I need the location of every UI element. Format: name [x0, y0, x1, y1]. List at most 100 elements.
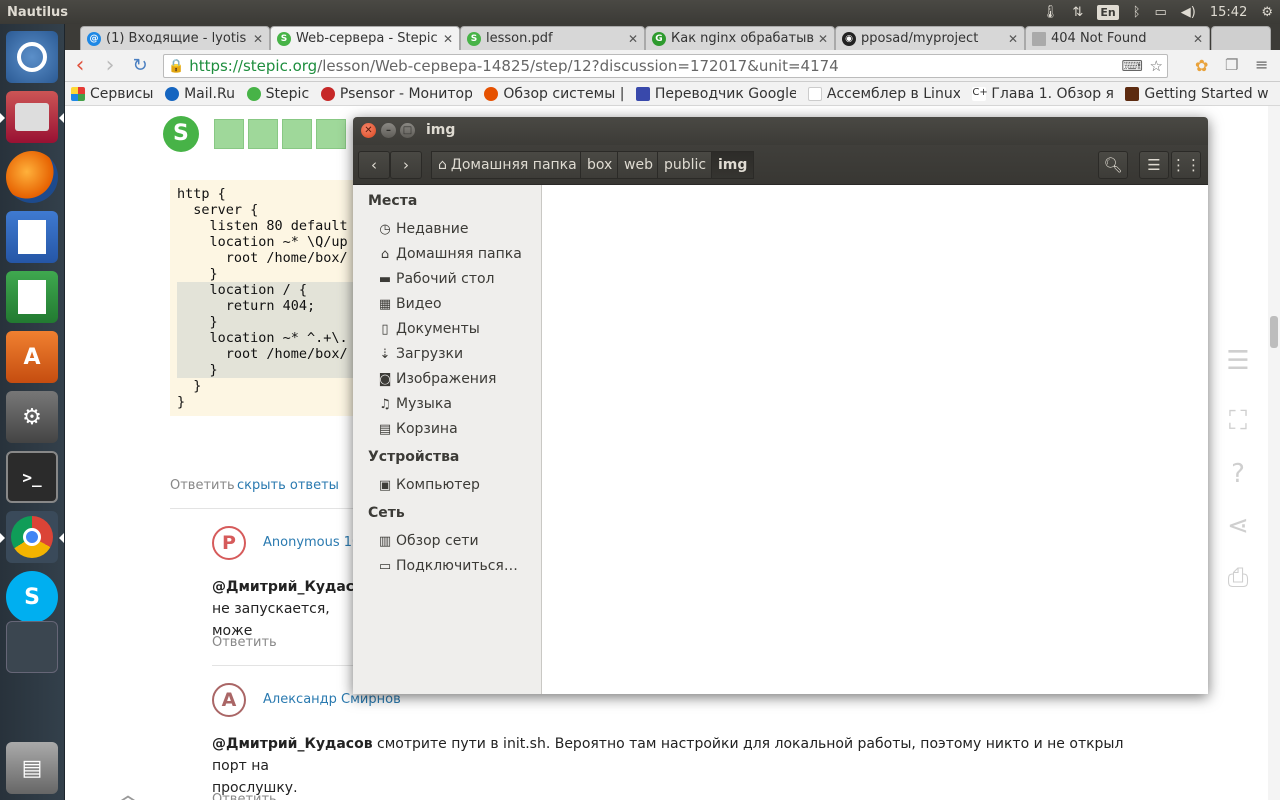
hide-answers-link[interactable]: скрыть ответы [237, 478, 339, 493]
workspace-switcher-icon[interactable] [6, 621, 58, 673]
libreoffice-calc-icon[interactable] [6, 271, 58, 323]
reply-link[interactable]: Ответить [170, 478, 235, 493]
skype-icon[interactable]: S [6, 571, 58, 623]
bookmark-mailru[interactable]: Mail.Ru [165, 86, 235, 102]
window-titlebar[interactable]: ✕ – □ img [353, 117, 1208, 145]
bookmark-system-overview[interactable]: Обзор системы | [484, 86, 624, 102]
volume-icon[interactable]: ◀) [1174, 0, 1203, 24]
extension-icon[interactable]: ❐ [1225, 56, 1238, 74]
sidebar-item-home[interactable]: ⌂ Домашняя папка [377, 246, 522, 262]
reload-button[interactable]: ↻ [125, 52, 155, 80]
bookmark-star-icon[interactable]: ☆ [1150, 57, 1163, 75]
trash-icon[interactable]: ▤ [6, 742, 58, 794]
sidebar-item-pictures[interactable]: ◙ Изображения [377, 371, 497, 387]
reply-link[interactable]: Ответить [212, 635, 277, 650]
gear-icon[interactable]: ⚙ [1254, 0, 1280, 24]
scrollbar-thumb[interactable] [1270, 316, 1278, 348]
close-icon[interactable]: ✕ [253, 32, 263, 46]
fullscreen-icon[interactable]: ⛶ [1213, 401, 1263, 441]
bookmark-getting-started[interactable]: Getting Started w [1125, 86, 1268, 102]
tab-nginx[interactable]: G Как nginx обрабатывает ✕ [645, 26, 835, 50]
chrome-icon[interactable] [0, 511, 64, 563]
breadcrumb-web[interactable]: web [617, 151, 660, 179]
sidebar-item-connect-server[interactable]: ▭ Подключиться… [377, 558, 518, 574]
firefox-icon[interactable] [6, 151, 58, 203]
tab-lesson-pdf[interactable]: Slesson.pdf ✕ [460, 26, 645, 50]
avatar[interactable]: P [212, 526, 246, 560]
tab-inbox[interactable]: @ (1) Входящие - lyotis ✕ [80, 26, 270, 50]
close-icon[interactable]: ✕ [1008, 32, 1018, 46]
sidebar-item-browse-network[interactable]: ▥ Обзор сети [377, 533, 479, 549]
new-tab-button[interactable] [1211, 26, 1271, 50]
close-window-button[interactable]: ✕ [361, 123, 376, 138]
clock[interactable]: 15:42 [1203, 0, 1254, 24]
sidebar-item-trash[interactable]: ▤ Корзина [377, 421, 458, 437]
extension-icon[interactable]: ✿ [1195, 56, 1208, 75]
minimize-window-button[interactable]: – [381, 123, 396, 138]
breadcrumb-img[interactable]: img [711, 151, 755, 179]
list-view-button[interactable]: ☰ [1139, 151, 1169, 179]
breadcrumb-home[interactable]: ⌂ Домашняя папка [431, 151, 584, 179]
bookmark-stepic[interactable]: Stepic [246, 86, 309, 102]
step-indicator[interactable] [248, 119, 278, 149]
temperature-icon[interactable]: 🌡 [1035, 0, 1066, 24]
comment-mention[interactable]: @Дмитрий_Кудасов [212, 736, 373, 752]
close-icon[interactable]: ✕ [818, 32, 828, 46]
sidebar-item-desktop[interactable]: ▬ Рабочий стол [377, 271, 495, 287]
software-center-icon[interactable]: A [6, 331, 58, 383]
breadcrumb-box[interactable]: box [580, 151, 620, 179]
bookmark-chapter1[interactable]: C+ Глава 1. Обзор я [972, 86, 1113, 102]
maximize-window-button[interactable]: □ [400, 123, 415, 138]
back-button[interactable]: ‹ [358, 151, 390, 179]
breadcrumb-public[interactable]: public [657, 151, 714, 179]
close-icon[interactable]: ✕ [1193, 32, 1203, 46]
comment-mention[interactable]: @Дмитрий_Кудасов [212, 579, 373, 595]
grid-view-button[interactable]: ⋮⋮ [1171, 151, 1201, 179]
ubuntu-dash-icon[interactable] [6, 31, 58, 83]
translate-icon[interactable]: ⌨ [1121, 57, 1143, 75]
step-indicator[interactable] [282, 119, 312, 149]
back-button[interactable]: ‹ [65, 52, 95, 80]
help-icon[interactable]: ? [1213, 454, 1263, 494]
network-icon[interactable]: ⇅ [1065, 0, 1090, 24]
avatar[interactable]: A [212, 683, 246, 717]
bookmark-services[interactable]: Сервисы [71, 86, 153, 102]
comment-author[interactable]: Александр Смирнов [263, 692, 401, 707]
tab-stepic[interactable]: S Web-сервера - Stepic ✕ [270, 26, 460, 50]
sidebar-item-downloads[interactable]: ⇣ Загрузки [377, 346, 464, 362]
address-bar[interactable]: 🔒 https://stepic.org/lesson/Web-сервера-… [163, 54, 1168, 78]
sidebar-item-computer[interactable]: ▣ Компьютер [377, 477, 480, 493]
file-view-empty[interactable] [543, 185, 1208, 694]
tab-404[interactable]: 404 Not Found ✕ [1025, 26, 1210, 50]
sidebar-item-video[interactable]: ▦ Видео [377, 296, 442, 312]
scroll-to-top-icon[interactable]: ︿ [115, 774, 141, 800]
bookmark-google-translate[interactable]: Переводчик Google [635, 86, 796, 102]
keyboard-layout-indicator[interactable]: En [1090, 0, 1125, 24]
menu-icon[interactable]: ≡ [1255, 55, 1268, 74]
tab-github[interactable]: ◉ pposad/myproject ✕ [835, 26, 1025, 50]
page-scrollbar[interactable] [1268, 106, 1280, 800]
sidebar-item-documents[interactable]: ▯ Документы [377, 321, 479, 337]
print-icon[interactable]: ⎙ [1213, 558, 1263, 598]
search-button[interactable]: 🔍︎ [1098, 151, 1128, 179]
bookmark-assembler[interactable]: Ассемблер в Linux [807, 86, 960, 102]
battery-icon[interactable]: ▭ [1148, 0, 1174, 24]
system-settings-icon[interactable]: ⚙ [6, 391, 58, 443]
terminal-icon[interactable]: >_ [6, 451, 58, 503]
stepic-logo[interactable] [163, 116, 199, 152]
step-indicator[interactable] [316, 119, 346, 149]
forward-button[interactable]: › [390, 151, 422, 179]
reply-link[interactable]: Ответить [212, 792, 277, 800]
files-app-icon[interactable] [0, 91, 64, 143]
libreoffice-writer-icon[interactable] [6, 211, 58, 263]
list-icon[interactable]: ☰ [1213, 341, 1263, 381]
comment-author[interactable]: Anonymous 10 [263, 535, 360, 550]
sidebar-item-recent[interactable]: ◷ Недавние [377, 221, 468, 237]
share-icon[interactable]: ⋖ [1213, 506, 1263, 546]
step-indicator[interactable] [214, 119, 244, 149]
bookmark-psensor[interactable]: Psensor - Монитор [320, 86, 472, 102]
forward-button[interactable]: › [95, 52, 125, 80]
close-icon[interactable]: ✕ [443, 32, 453, 46]
close-icon[interactable]: ✕ [628, 32, 638, 46]
bluetooth-icon[interactable]: ᛒ [1126, 0, 1148, 24]
